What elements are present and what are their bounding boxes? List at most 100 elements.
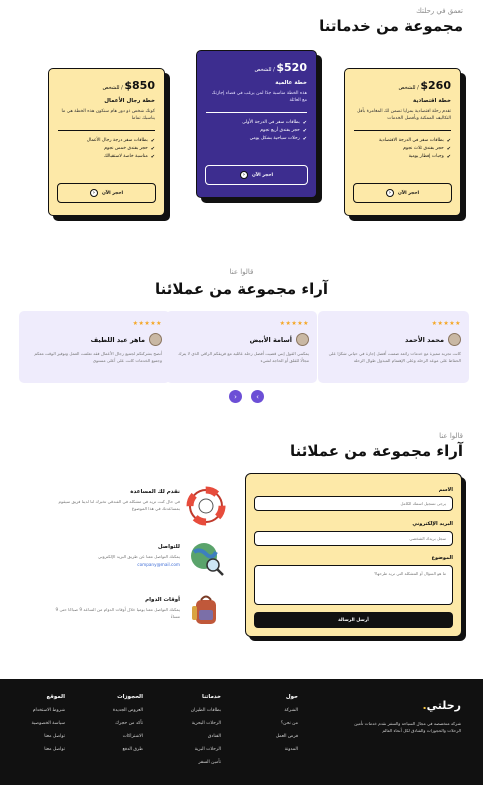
footer-link[interactable]: الرحلات البحرية (151, 721, 221, 726)
check-icon: ✔ (302, 136, 307, 142)
testimonial-card: ★★★★★ محمد الأحمد كانت تجربة مميزة مع خد… (318, 311, 469, 383)
arrow-left-icon: ‹ (89, 189, 98, 197)
testimonial-author: محمد الأحمد (326, 333, 461, 346)
check-icon: ✔ (446, 146, 451, 152)
info-text: يمكنك التواصل معنا يوميا خلال أوقات الدو… (55, 607, 180, 619)
footer-link[interactable]: تأمين السفر (151, 760, 221, 765)
footer-link[interactable]: الاشتراكات (73, 734, 143, 739)
info-title: نقدم لك المساعدة (130, 489, 180, 495)
check-icon: ✔ (302, 128, 307, 134)
plan-name: خطة اقتصادية (412, 98, 451, 104)
testimonial-text: يمكنني القول إنني قضيت أفضل رحلة عائلية … (178, 351, 309, 363)
lifebuoy-icon (186, 486, 226, 526)
info-text: يمكنك التواصل معنا عن طريق البريد الإلكت… (98, 554, 180, 559)
footer-brand: رحلتي. شركة متخصصة في مجال السياحة والسف… (341, 699, 461, 734)
check-icon: ✔ (446, 138, 451, 144)
footer-link[interactable]: من نحن؟ (228, 721, 298, 726)
testimonials-title: آراء مجموعة من عملائنا (154, 280, 329, 298)
footer-link[interactable]: سياسة الخصوصية (3, 721, 65, 726)
avatar (149, 333, 162, 346)
footer-link[interactable]: شروط الاستخدام (3, 708, 65, 713)
author-name: أسامة الأبيض (249, 335, 292, 344)
testimonial-text: كانت تجربة مميزة مع خدمات رائعة ضمنت أفض… (328, 351, 461, 363)
plan-feature: ✔ وجبات إفطار يومية (408, 154, 451, 160)
check-icon: ✔ (150, 154, 155, 160)
divider (58, 130, 155, 131)
plan-name: خطة عالمية (275, 80, 307, 86)
check-icon: ✔ (446, 154, 451, 160)
plan-feature: ✔ حجز بفندق خمس نجوم (104, 146, 155, 152)
plan-name: خطة رجال الأعمال (104, 98, 155, 104)
rating-stars: ★★★★★ (132, 320, 162, 327)
footer-link[interactable]: المدونة (228, 747, 298, 752)
footer-link[interactable]: طرق الدفع (73, 747, 143, 752)
info-title: أوقات الدوام (145, 597, 180, 603)
carousel-next-button[interactable]: › (251, 390, 264, 403)
footer-column-about: حول الشركة من نحن؟ فرص العمل المدونة (228, 694, 298, 752)
plan-feature: ✔ حجز بفندق أربع نجوم (260, 128, 307, 134)
site-footer: رحلتي. شركة متخصصة في مجال السياحة والسف… (0, 679, 483, 785)
footer-column-title: خدماتنا (202, 694, 221, 700)
info-title: للتواصل (157, 544, 180, 550)
footer-column-title: الموقع (46, 694, 65, 700)
footer-column-title: حول (285, 694, 298, 700)
avatar (296, 333, 309, 346)
contact-info-hours: أوقات الدوام يمكنك التواصل معنا يوميا خل… (48, 597, 180, 620)
footer-logo[interactable]: رحلتي. (341, 699, 461, 712)
footer-column-site: الموقع شروط الاستخدام سياسة الخصوصية توا… (3, 694, 65, 752)
footer-link[interactable]: الرحلات البرية (151, 747, 221, 752)
rating-stars: ★★★★★ (431, 320, 461, 327)
footer-link[interactable]: الفنادق (151, 734, 221, 739)
info-text: في حال كنت تريد في مشكلة في الفندقي تخبر… (58, 499, 180, 511)
book-now-button[interactable]: احجز الآن ‹ (353, 183, 452, 203)
email-input[interactable]: سجل بريدك الشخصي (254, 531, 453, 546)
arrow-left-icon: ‹ (385, 189, 394, 197)
footer-description: شركة متخصصة في مجال السياحة والسفر نقدم … (354, 721, 461, 733)
footer-link[interactable]: تواصل معنا (3, 747, 65, 752)
testimonial-author: ماهر عبد اللطيف (27, 333, 162, 346)
name-label: الاسم (438, 487, 453, 493)
check-icon: ✔ (302, 120, 307, 126)
send-message-button[interactable]: أرسل الرسالة (254, 612, 453, 628)
divider (206, 112, 307, 113)
plan-feature: ✔ مناسبة خاصة لاستقبالك (104, 154, 155, 160)
services-title: مجموعة من خدماتنا (319, 17, 463, 35)
plan-card-economy: $260 / للشخص خطة اقتصادية تقدم رحلة اقتص… (344, 68, 461, 216)
email-link[interactable]: company@mail.com (48, 562, 180, 569)
plan-feature: ✔ بطاقات سفر في الدرجة الأولى (242, 120, 307, 126)
testimonial-author: أسامة الأبيض (174, 333, 309, 346)
footer-link[interactable]: الشركة (228, 708, 298, 713)
email-label: البريد الإلكتروني (412, 521, 453, 527)
testimonial-card: ★★★★★ ماهر عبد اللطيف أنصح بشركتكم لجميع… (19, 311, 170, 383)
contact-title: آراء مجموعة من عملائنا (289, 442, 463, 460)
plan-feature: ✔ بطاقات سفر درجة رجال الأعمال (86, 138, 155, 144)
footer-link[interactable]: بطاقات الطيران (151, 708, 221, 713)
avatar (448, 333, 461, 346)
services-eyebrow: تعمق في رحلتك (416, 7, 463, 15)
footer-link[interactable]: العروض الجديدة (73, 708, 143, 713)
contact-info-email: للتواصل يمكنك التواصل معنا عن طريق البري… (48, 544, 180, 568)
footer-link[interactable]: تأكد من حجزك (73, 721, 143, 726)
check-icon: ✔ (150, 146, 155, 152)
footer-link[interactable]: فرص العمل (228, 734, 298, 739)
author-name: محمد الأحمد (405, 335, 444, 344)
plan-price: $260 / للشخص (398, 79, 451, 92)
footer-column-bookings: الحجوزات العروض الجديدة تأكد من حجزك الا… (73, 694, 143, 752)
plan-description: هذه الخطة مناسبة جدًا لمن يرغب في قضاء إ… (211, 91, 307, 103)
name-input[interactable]: يرجى تسجيل اسمك الكامل (254, 496, 453, 511)
plan-feature: ✔ بطاقات سفر في الدرجة الاقتصادية (378, 138, 451, 144)
carousel-prev-button[interactable]: ‹ (229, 390, 242, 403)
subject-textarea[interactable]: ما هو السؤال أو المشكلة التي تريد طرحها؟ (254, 565, 453, 605)
footer-link[interactable]: تواصل معنا (3, 734, 65, 739)
plan-description: كونك شخص ذو دور هام سنكون هذه الخطة هي م… (61, 109, 155, 121)
testimonial-text: أنصح بشركتكم لجميع رجال الأعمال فقد تعلم… (34, 351, 162, 363)
backpack-icon (186, 590, 226, 630)
divider (354, 130, 451, 131)
book-now-button[interactable]: احجز الآن ‹ (205, 165, 308, 185)
globe-search-icon (186, 538, 226, 578)
author-name: ماهر عبد اللطيف (90, 335, 145, 344)
check-icon: ✔ (150, 138, 155, 144)
footer-column-title: الحجوزات (117, 694, 143, 700)
book-now-button[interactable]: احجز الآن ‹ (57, 183, 156, 203)
contact-eyebrow: قالوا عنا (439, 432, 463, 440)
